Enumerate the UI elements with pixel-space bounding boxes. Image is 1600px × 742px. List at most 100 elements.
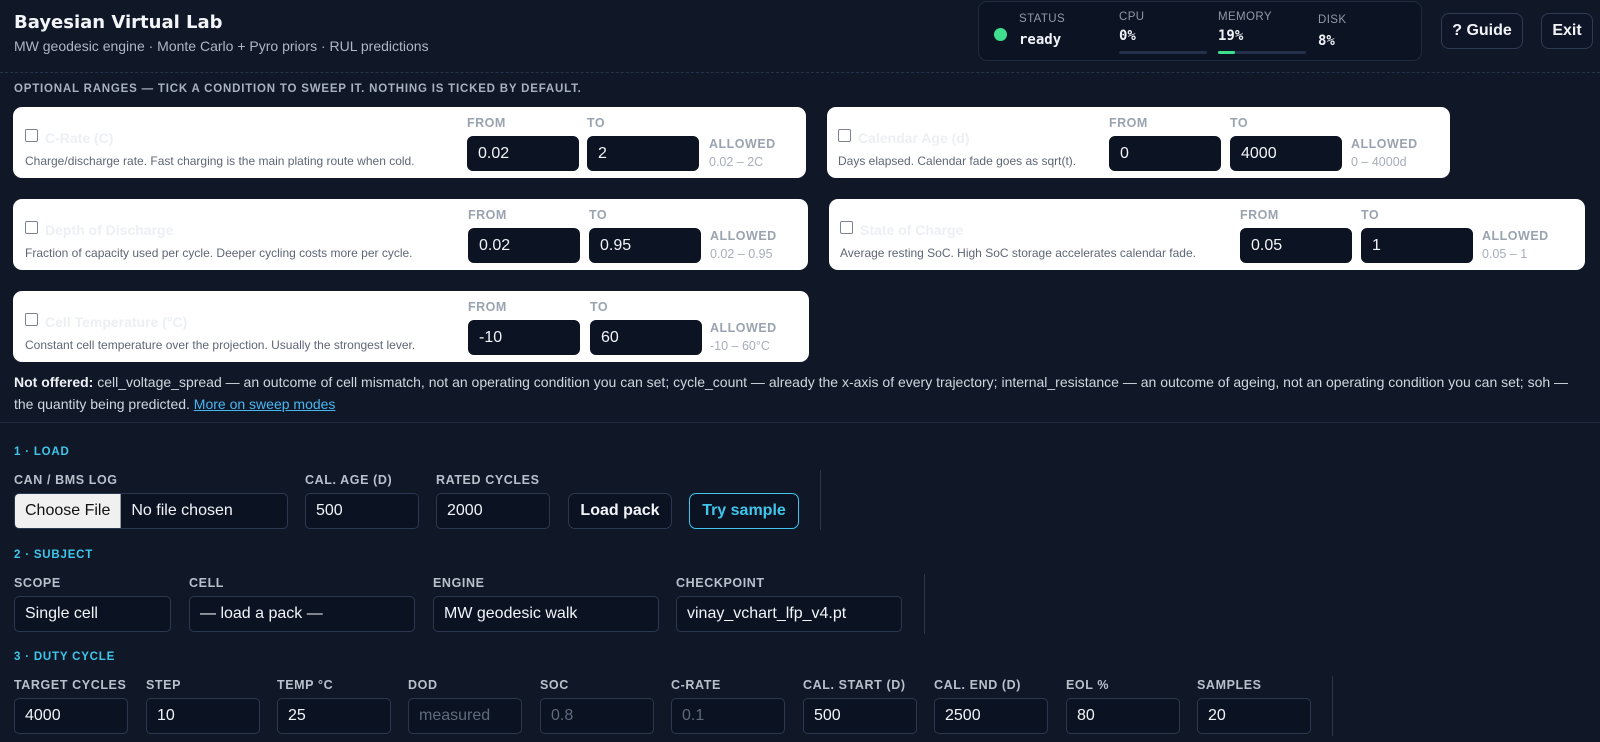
crate-to-label: TO	[587, 116, 606, 130]
file-input[interactable]: Choose File No file chosen	[14, 493, 288, 529]
status-value: ready	[1019, 32, 1062, 48]
calendar-allowed-label: ALLOWED	[1351, 137, 1418, 151]
engine-select[interactable]: MW geodesic walk	[433, 596, 659, 632]
dod-input[interactable]: measured	[408, 698, 522, 734]
cal-age-label: CAL. AGE (D)	[305, 473, 393, 487]
dod-allowed-label: ALLOWED	[710, 229, 777, 243]
target-cycles-input[interactable]: 4000	[14, 698, 128, 734]
soc-to-label: TO	[1361, 208, 1380, 222]
ranges-note: OPTIONAL RANGES — TICK A CONDITION TO SW…	[14, 83, 582, 95]
load-section-title: 1 · LOAD	[14, 446, 70, 458]
crate-input[interactable]: 0.1	[671, 698, 785, 734]
scope-select[interactable]: Single cell	[14, 596, 171, 632]
disk-label: DISK	[1318, 14, 1347, 26]
dod-to-input[interactable]: 0.95	[589, 228, 701, 263]
temp-title: Cell Temperature (°C)	[45, 314, 188, 330]
calendar-from-input[interactable]: 0	[1109, 136, 1221, 171]
temp-from-label: FROM	[468, 300, 507, 314]
app-subtitle: MW geodesic engine · Monte Carlo + Pyro …	[14, 38, 429, 54]
crate-label: C-RATE	[671, 678, 721, 692]
temp-allowed-label: ALLOWED	[710, 321, 777, 335]
cpu-bar	[1119, 51, 1207, 54]
cal-end-label: CAL. END (D)	[934, 678, 1022, 692]
no-file-text: No file chosen	[131, 502, 233, 519]
crate-desc: Charge/discharge rate. Fast charging is …	[25, 154, 415, 168]
range-card-dod: Depth of Discharge Fraction of capacity …	[13, 199, 808, 270]
crate-checkbox[interactable]	[25, 129, 38, 142]
rated-cycles-input[interactable]: 2000	[436, 493, 550, 529]
temp-desc: Constant cell temperature over the proje…	[25, 338, 416, 352]
section-divider	[0, 422, 1600, 423]
calendar-desc: Days elapsed. Calendar fade goes as sqrt…	[838, 154, 1077, 168]
dod-checkbox[interactable]	[25, 221, 38, 234]
temp-checkbox[interactable]	[25, 313, 38, 326]
temp-input[interactable]: 25	[277, 698, 391, 734]
dod-to-label: TO	[589, 208, 608, 222]
calendar-checkbox[interactable]	[838, 129, 851, 142]
soc-desc: Average resting SoC. High SoC storage ac…	[840, 246, 1196, 260]
sweep-modes-link[interactable]: More on sweep modes	[194, 396, 336, 412]
cal-start-input[interactable]: 500	[803, 698, 917, 734]
temp-to-input[interactable]: 60	[590, 320, 702, 355]
samples-label: SAMPLES	[1197, 678, 1262, 692]
memory-value: 19%	[1218, 28, 1244, 44]
step-input[interactable]: 10	[146, 698, 260, 734]
cal-start-label: CAL. START (D)	[803, 678, 906, 692]
subject-separator	[924, 574, 925, 634]
cal-end-input[interactable]: 2500	[934, 698, 1048, 734]
soc-checkbox[interactable]	[840, 221, 853, 234]
dod-label: DOD	[408, 678, 438, 692]
soc-label: SOC	[540, 678, 569, 692]
crate-to-input[interactable]: 2	[587, 136, 699, 171]
not-offered-lead: Not offered:	[14, 374, 94, 390]
soc-from-label: FROM	[1240, 208, 1279, 222]
eol-input[interactable]: 80	[1066, 698, 1180, 734]
crate-allowed-value: 0.02 – 2C	[709, 155, 764, 169]
range-card-temp: Cell Temperature (°C) Constant cell temp…	[13, 291, 809, 362]
cell-select[interactable]: — load a pack —	[189, 596, 415, 632]
exit-button[interactable]: Exit	[1541, 13, 1593, 49]
soc-allowed-value: 0.05 – 1	[1482, 247, 1528, 261]
dod-title: Depth of Discharge	[45, 222, 174, 238]
memory-bar	[1218, 51, 1306, 54]
soc-from-input[interactable]: 0.05	[1240, 228, 1352, 263]
load-pack-button[interactable]: Load pack	[568, 493, 672, 529]
status-dot-icon	[994, 28, 1007, 41]
choose-file-button[interactable]: Choose File	[15, 494, 122, 528]
status-label: STATUS	[1019, 13, 1066, 25]
calendar-to-input[interactable]: 4000	[1230, 136, 1342, 171]
crate-from-input[interactable]: 0.02	[467, 136, 579, 171]
dod-allowed-value: 0.02 – 0.95	[710, 247, 773, 261]
temp-from-input[interactable]: -10	[468, 320, 580, 355]
soc-to-input[interactable]: 1	[1361, 228, 1473, 263]
dod-from-input[interactable]: 0.02	[468, 228, 580, 263]
disk-value: 8%	[1318, 33, 1335, 49]
scope-label: SCOPE	[14, 576, 61, 590]
cpu-label: CPU	[1119, 11, 1145, 23]
range-card-soc: State of Charge Average resting SoC. Hig…	[829, 199, 1585, 270]
target-cycles-label: TARGET CYCLES	[14, 678, 127, 692]
eol-label: EOL %	[1066, 678, 1110, 692]
crate-allowed-label: ALLOWED	[709, 137, 776, 151]
step-label: STEP	[146, 678, 182, 692]
calendar-title: Calendar Age (d)	[858, 130, 970, 146]
load-separator	[820, 470, 821, 530]
samples-input[interactable]: 20	[1197, 698, 1311, 734]
calendar-from-label: FROM	[1109, 116, 1148, 130]
checkpoint-select[interactable]: vinay_vchart_lfp_v4.pt	[676, 596, 902, 632]
try-sample-button[interactable]: Try sample	[689, 493, 799, 529]
dod-from-label: FROM	[468, 208, 507, 222]
soc-allowed-label: ALLOWED	[1482, 229, 1549, 243]
cpu-value: 0%	[1119, 28, 1136, 44]
engine-label: ENGINE	[433, 576, 485, 590]
soc-input[interactable]: 0.8	[540, 698, 654, 734]
guide-button[interactable]: ? Guide	[1441, 13, 1523, 49]
rated-cycles-label: RATED CYCLES	[436, 473, 540, 487]
calendar-to-label: TO	[1230, 116, 1249, 130]
temp-label: TEMP °C	[277, 678, 334, 692]
cal-age-input[interactable]: 500	[305, 493, 419, 529]
range-card-calendar: Calendar Age (d) Days elapsed. Calendar …	[827, 107, 1450, 178]
subject-section-title: 2 · SUBJECT	[14, 549, 94, 561]
temp-allowed-value: -10 – 60°C	[710, 339, 770, 353]
dod-desc: Fraction of capacity used per cycle. Dee…	[25, 246, 413, 260]
